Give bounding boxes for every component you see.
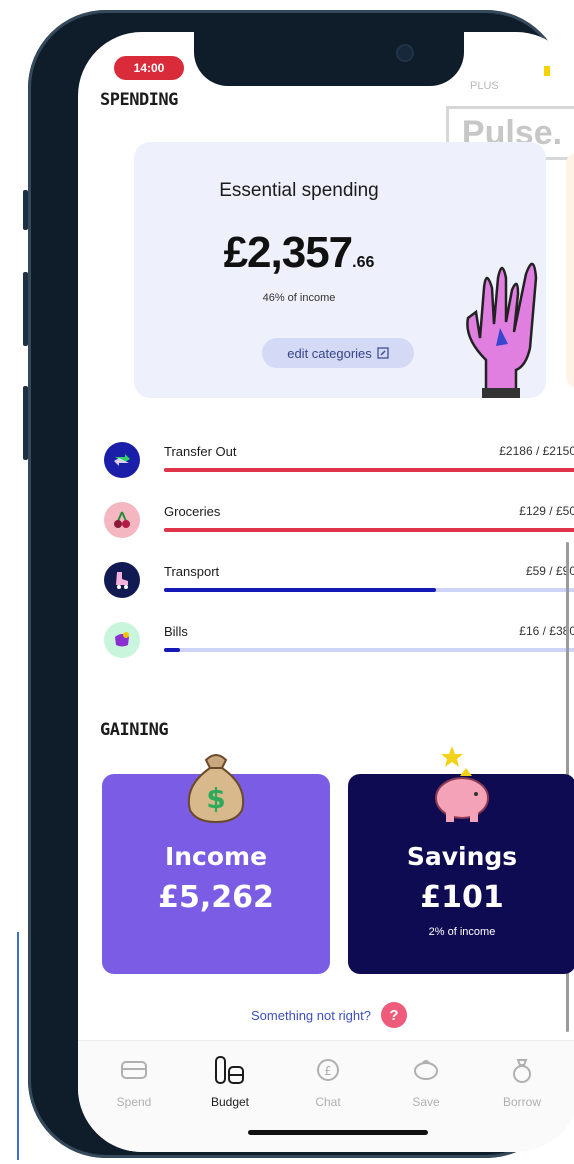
category-row-bills[interactable]: Bills £16 / £380 [104, 622, 574, 682]
savings-label: Savings [406, 842, 518, 871]
category-name: Bills [164, 624, 188, 639]
help-link[interactable]: Something not right? [251, 1008, 371, 1023]
pencil-icon [377, 347, 389, 359]
category-progress-fill [164, 588, 436, 592]
essential-amount: £2,357.66 [134, 228, 464, 278]
category-progress-track [164, 648, 574, 652]
income-card[interactable]: $ Income £5,262 [102, 754, 330, 974]
arrows-icon [104, 442, 140, 478]
essential-title: Essential spending [219, 180, 379, 201]
piggy-icon [386, 1055, 466, 1085]
tab-chat[interactable]: £ Chat [288, 1055, 368, 1109]
svg-text:$: $ [206, 782, 225, 815]
rock-hand-illustration [466, 262, 538, 398]
cherries-icon [104, 502, 140, 538]
help-row[interactable]: Something not right? ? [78, 1000, 574, 1030]
category-amount: £129 / £50 [519, 504, 574, 518]
category-progress-track [164, 588, 574, 592]
tab-borrow[interactable]: Borrow [482, 1055, 562, 1109]
essential-amount-main: £2,357 [223, 228, 354, 277]
category-progress-track [164, 528, 574, 532]
notch [194, 32, 464, 86]
next-card-peek[interactable] [566, 152, 574, 388]
category-progress-track [164, 468, 574, 472]
category-row-groceries[interactable]: Groceries £129 / £50 [104, 502, 574, 562]
card-icon [94, 1055, 174, 1085]
chat-icon: £ [288, 1055, 368, 1085]
category-progress-fill [164, 648, 181, 652]
tab-label: Save [412, 1095, 440, 1109]
bills-icon [104, 622, 140, 658]
essential-percent: 46% of income [262, 292, 336, 304]
home-indicator [248, 1130, 428, 1135]
brand-small-label: PLUS [470, 80, 499, 92]
category-name: Groceries [164, 504, 221, 519]
status-indicator [544, 66, 550, 76]
category-row-transfer-out[interactable]: Transfer Out £2186 / £2150 [104, 442, 574, 502]
category-progress-fill [164, 468, 574, 472]
tab-label: Budget [210, 1095, 250, 1109]
budget-icon [190, 1055, 270, 1085]
camera-icon [396, 44, 414, 62]
app-screen: 14:00 PLUS Pulse. SPENDING Essential spe… [78, 32, 574, 1152]
tab-budget[interactable]: Budget [190, 1055, 270, 1109]
money-bag-icon: $ [188, 754, 244, 824]
category-name: Transfer Out [164, 444, 237, 459]
category-amount: £2186 / £2150 [499, 444, 574, 458]
category-progress-fill [164, 528, 574, 532]
bottom-tab-bar: Spend Budget £ Chat Save Borrow [78, 1040, 574, 1152]
gaining-section-title: GAINING [100, 720, 169, 740]
income-label: Income [164, 842, 268, 871]
tab-spend[interactable]: Spend [94, 1055, 174, 1109]
help-button[interactable]: ? [380, 1002, 407, 1028]
savings-value: £101 [420, 880, 504, 915]
bag-icon [482, 1055, 562, 1085]
tab-save[interactable]: Save [386, 1055, 466, 1109]
essential-amount-pence: .66 [352, 254, 375, 271]
spending-section-title: SPENDING [100, 90, 178, 110]
income-value: £5,262 [158, 880, 274, 915]
savings-percent: 2% of income [428, 926, 496, 938]
category-name: Transport [164, 564, 220, 579]
tab-label: Spend [116, 1095, 152, 1109]
side-guide-line [17, 932, 19, 1160]
tab-label: Chat [315, 1095, 341, 1109]
phone-frame: 14:00 PLUS Pulse. SPENDING Essential spe… [28, 10, 574, 1158]
status-time: 14:00 [114, 56, 184, 80]
roller-skate-icon [104, 562, 140, 598]
svg-text:£: £ [324, 1064, 332, 1078]
essential-spending-card[interactable]: Essential spending £2,357.66 46% of inco… [134, 142, 546, 398]
tab-label: Borrow [502, 1095, 541, 1109]
edit-categories-button[interactable]: edit categories [262, 338, 414, 368]
savings-card[interactable]: Savings £101 2% of income [348, 746, 574, 974]
edit-categories-label: edit categories [287, 345, 372, 361]
category-row-transport[interactable]: Transport £59 / £90 [104, 562, 574, 622]
piggy-bank-icon [435, 746, 489, 822]
